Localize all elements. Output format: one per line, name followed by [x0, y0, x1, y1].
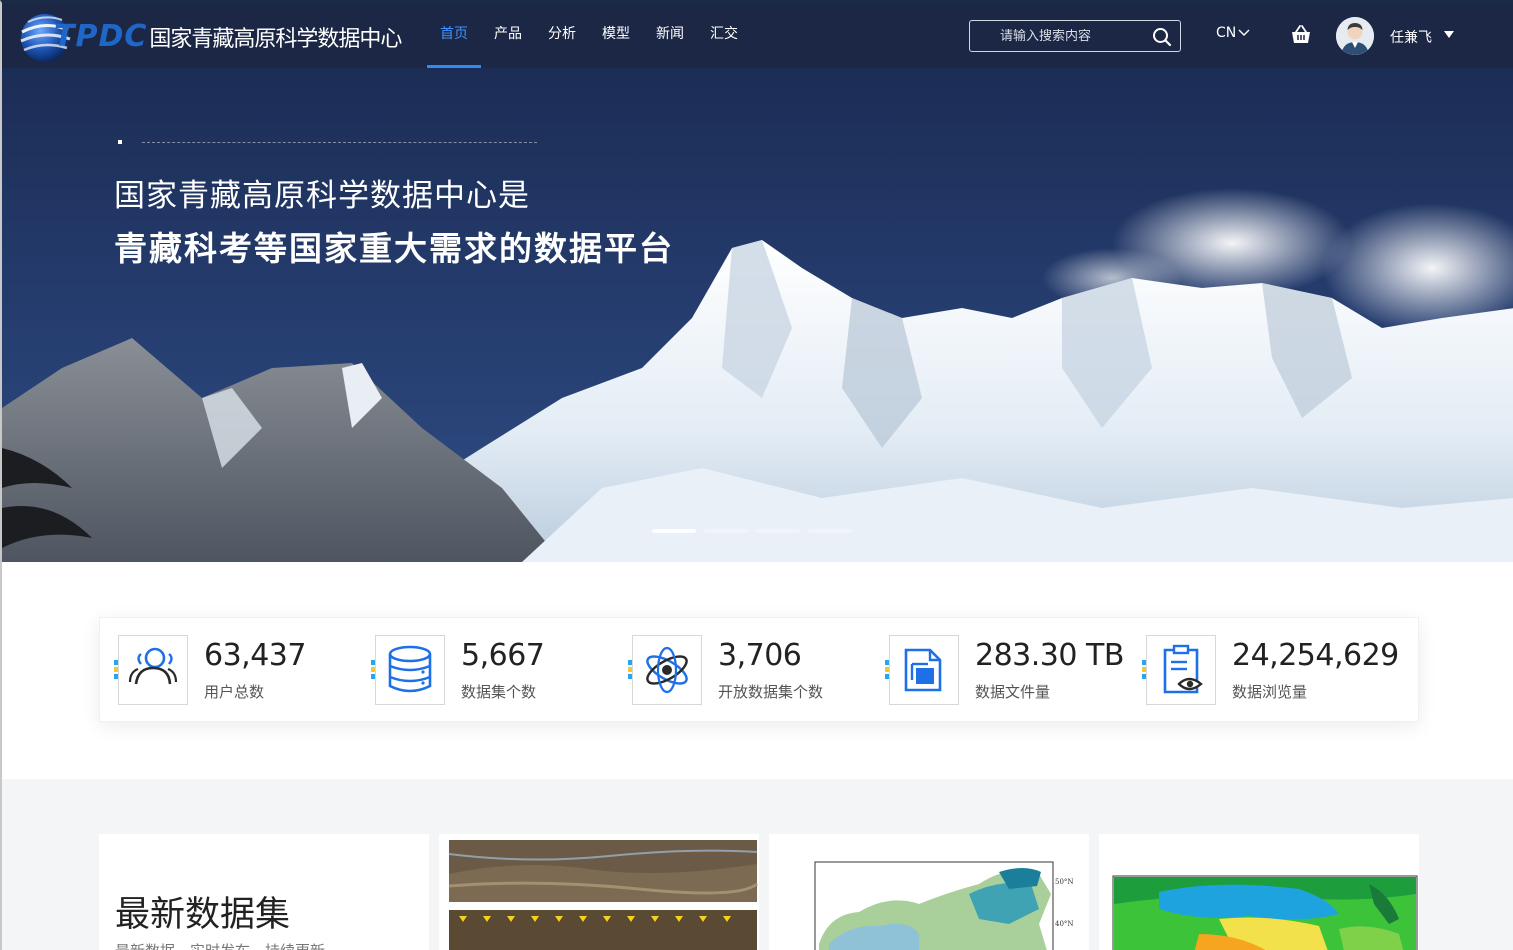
hero-decor-line — [142, 142, 537, 143]
language-switcher[interactable]: CN — [1216, 25, 1250, 41]
hero-banner: 国家青藏高原科学数据中心是 青藏科考等国家重大需求的数据平台 — [2, 68, 1513, 562]
section-title: 最新数据集 — [115, 895, 291, 935]
stat-label: 开放数据集个数 — [718, 683, 824, 701]
stat-value: 3,706 — [718, 638, 802, 673]
stat-icon-box — [632, 635, 702, 705]
carousel-dot-4[interactable] — [808, 529, 852, 533]
avatar-person-icon — [1336, 17, 1374, 55]
stat-datasets[interactable]: 5,667 数据集个数 — [357, 618, 614, 723]
caret-down-icon[interactable] — [1444, 31, 1454, 39]
language-label: CN — [1216, 25, 1237, 41]
menu-item-models[interactable]: 模型 — [589, 3, 643, 68]
latest-title-card: 最新数据集 最新数据，实时发布，持续更新 — [99, 834, 429, 950]
stat-users[interactable]: 63,437 用户总数 — [100, 618, 357, 723]
username[interactable]: 任兼飞 — [1390, 27, 1432, 47]
logo-acronym: TPDC — [54, 19, 148, 54]
database-icon — [388, 645, 432, 693]
stat-icon-box — [375, 635, 445, 705]
hero-headline-1: 国家青藏高原科学数据中心是 — [114, 178, 530, 214]
stat-label: 数据浏览量 — [1232, 683, 1308, 701]
menu-item-products[interactable]: 产品 — [481, 3, 535, 68]
carousel-dots — [652, 529, 860, 533]
atom-icon — [646, 646, 688, 694]
shopping-basket-icon[interactable] — [1290, 24, 1312, 46]
stat-label: 数据文件量 — [975, 683, 1051, 701]
menu-item-analysis[interactable]: 分析 — [535, 3, 589, 68]
carousel-dot-1[interactable] — [652, 529, 696, 533]
carousel-dot-2[interactable] — [704, 529, 748, 533]
china-map-image: 50°N 40°N — [814, 861, 1074, 950]
site-name: 国家青藏高原科学数据中心 — [149, 26, 402, 52]
clipboard-eye-icon — [1163, 644, 1203, 694]
stat-icon-box — [118, 635, 188, 705]
satellite-strip-image — [439, 834, 759, 950]
stats-panel: 63,437 用户总数 5,667 数据集个数 3,706 开放数据集个数 28… — [99, 617, 1419, 722]
stat-icon-box — [889, 635, 959, 705]
map-lat-label-2: 40°N — [1055, 920, 1074, 928]
menu-item-submit[interactable]: 汇交 — [697, 3, 751, 68]
carousel-dot-3[interactable] — [756, 529, 800, 533]
asia-map-image — [1112, 875, 1418, 950]
latest-datasets-section: 最新数据集 最新数据，实时发布，持续更新 — [2, 779, 1513, 950]
stat-value: 5,667 — [461, 638, 545, 673]
stat-open-datasets[interactable]: 3,706 开放数据集个数 — [614, 618, 871, 723]
dataset-card-2[interactable]: 50°N 40°N — [769, 834, 1089, 950]
stat-views[interactable]: 24,254,629 数据浏览量 — [1128, 618, 1399, 723]
users-icon — [128, 647, 178, 685]
stat-label: 用户总数 — [204, 683, 265, 701]
search-box — [969, 20, 1181, 52]
menu-item-news[interactable]: 新闻 — [643, 3, 697, 68]
user-avatar[interactable] — [1336, 17, 1374, 55]
menu-item-home[interactable]: 首页 — [427, 3, 481, 68]
map-lat-label-1: 50°N — [1055, 878, 1074, 886]
search-icon[interactable] — [1152, 27, 1172, 47]
site-logo[interactable]: TPDC 国家青藏高原科学数据中心 — [16, 9, 402, 64]
stat-value: 24,254,629 — [1232, 638, 1399, 673]
stat-label: 数据集个数 — [461, 683, 537, 701]
page: TPDC 国家青藏高原科学数据中心 首页 产品 分析 模型 新闻 汇交 CN — [0, 0, 1513, 950]
dataset-card-1[interactable] — [439, 834, 759, 950]
top-navbar: TPDC 国家青藏高原科学数据中心 首页 产品 分析 模型 新闻 汇交 CN — [2, 3, 1513, 68]
chevron-down-icon — [1238, 29, 1250, 36]
hero-headline-2: 青藏科考等国家重大需求的数据平台 — [114, 229, 674, 268]
stat-files[interactable]: 283.30 TB 数据文件量 — [871, 618, 1128, 723]
section-subtitle: 最新数据，实时发布，持续更新 — [115, 940, 325, 950]
dataset-card-3[interactable] — [1099, 834, 1419, 950]
stat-value: 283.30 TB — [975, 638, 1124, 673]
stat-icon-box — [1146, 635, 1216, 705]
files-icon — [904, 648, 942, 692]
main-menu: 首页 产品 分析 模型 新闻 汇交 — [427, 3, 751, 68]
hero-decor-dot — [118, 140, 122, 144]
stat-value: 63,437 — [204, 638, 306, 673]
search-input[interactable] — [970, 28, 1140, 44]
